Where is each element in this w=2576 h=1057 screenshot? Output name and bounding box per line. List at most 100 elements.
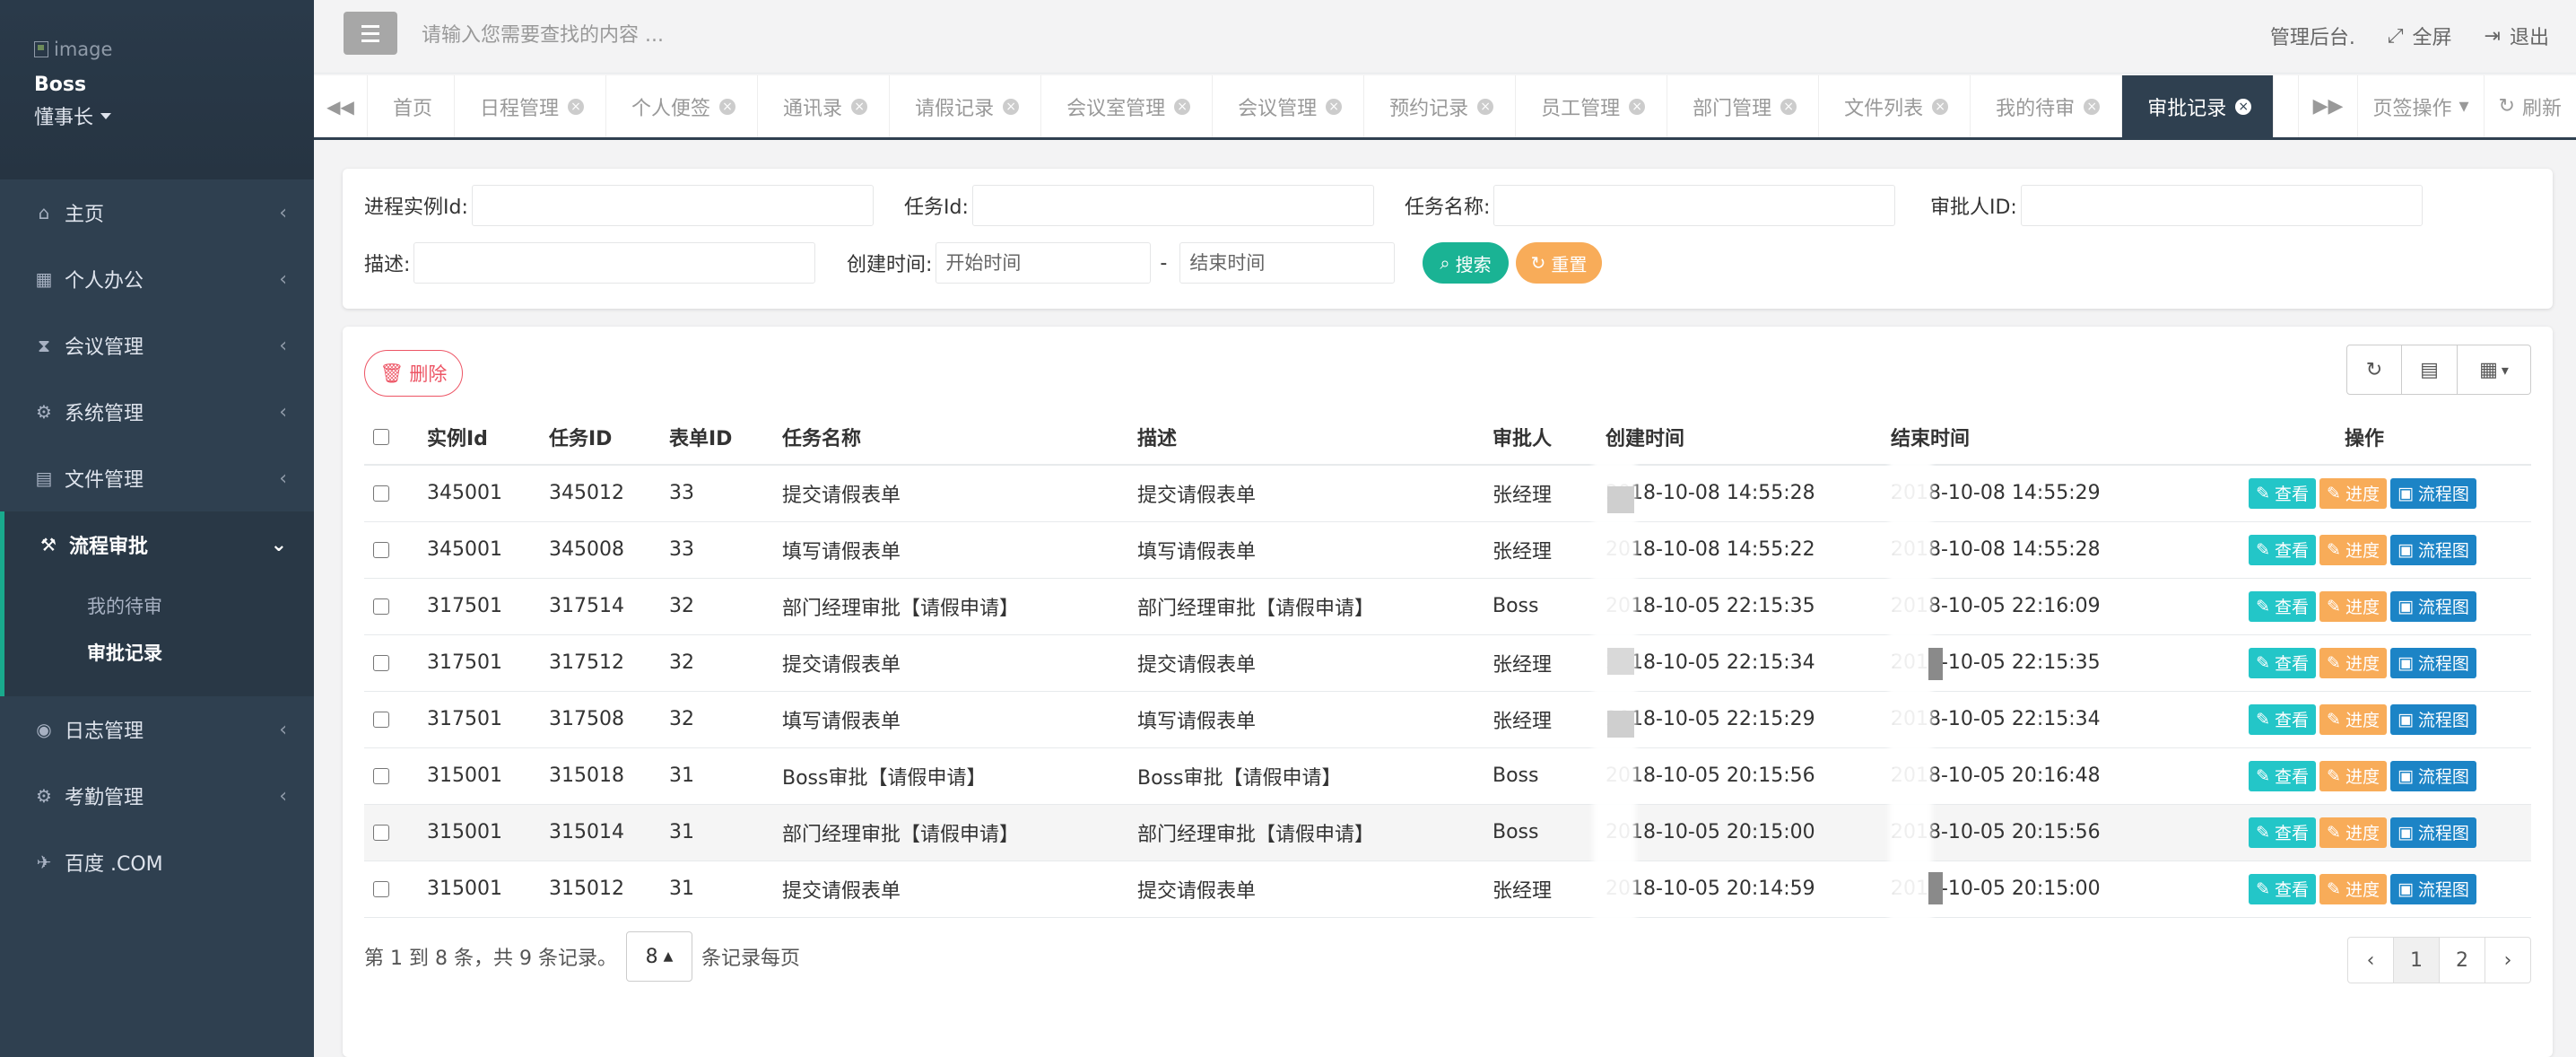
close-icon[interactable]: × xyxy=(1174,98,1191,115)
row-checkbox[interactable] xyxy=(373,485,389,502)
close-icon[interactable]: × xyxy=(1932,98,1949,115)
flowchart-button[interactable]: ▣ 流程图 xyxy=(2389,590,2476,622)
table-row[interactable]: 315001 315018 31 Boss审批【请假申请】 Boss审批【请假申请】 Bo… xyxy=(364,747,2531,805)
flowchart-button[interactable]: ▣ 流程图 xyxy=(2389,873,2476,904)
tab-11[interactable]: 我的待审 × xyxy=(1971,75,2123,137)
row-checkbox[interactable] xyxy=(373,598,389,615)
table-row[interactable]: 317501 317508 32 填写请假表单 填写请假表单 张经理 2018-10-05 … xyxy=(364,691,2531,748)
tab-2[interactable]: 个人便签 × xyxy=(606,75,759,137)
avatar[interactable]: image xyxy=(34,36,314,63)
progress-button[interactable]: ✎ 进度 xyxy=(2319,590,2387,622)
page-ops-dropdown[interactable]: 页签操作 ▾ xyxy=(2357,75,2483,137)
prev-page-button[interactable]: ‹ xyxy=(2347,937,2394,983)
tab-6[interactable]: 会议管理 × xyxy=(1213,75,1365,137)
col-task-name[interactable]: 任务名称 xyxy=(773,409,1128,466)
flowchart-button[interactable]: ▣ 流程图 xyxy=(2389,703,2476,735)
tab-5[interactable]: 会议室管理 × xyxy=(1041,75,1214,137)
flowchart-button[interactable]: ▣ 流程图 xyxy=(2389,477,2476,509)
toggle-view-button[interactable]: ▤ xyxy=(2402,345,2458,395)
refresh-tab-button[interactable]: ↻ 刷新 xyxy=(2483,75,2576,137)
row-checkbox[interactable] xyxy=(373,768,389,784)
view-button[interactable]: ✎ 查看 xyxy=(2249,647,2317,678)
view-button[interactable]: ✎ 查看 xyxy=(2249,760,2317,791)
flowchart-button[interactable]: ▣ 流程图 xyxy=(2389,817,2476,848)
view-button[interactable]: ✎ 查看 xyxy=(2249,703,2317,735)
delete-button[interactable]: 🗑 删除 xyxy=(364,350,463,397)
col-created-time[interactable]: 创建时间 xyxy=(1597,409,1882,466)
view-button[interactable]: ✎ 查看 xyxy=(2249,817,2317,848)
view-button[interactable]: ✎ 查看 xyxy=(2249,590,2317,622)
progress-button[interactable]: ✎ 进度 xyxy=(2319,647,2387,678)
progress-button[interactable]: ✎ 进度 xyxy=(2319,703,2387,735)
table-row[interactable]: 345001 345008 33 填写请假表单 填写请假表单 张经理 2018-10-08 … xyxy=(364,521,2531,579)
view-button[interactable]: ✎ 查看 xyxy=(2249,534,2317,565)
reset-button[interactable]: ↻ 重置 xyxy=(1516,242,1602,284)
submenu-item-1[interactable]: 审批记录 xyxy=(4,630,314,677)
sidebar-item-4[interactable]: ▤ 文件管理 ‹ xyxy=(0,445,314,511)
page-size-dropdown[interactable]: 8 ▲ xyxy=(625,931,692,982)
task-name-input[interactable] xyxy=(1493,185,1896,226)
end-time-input[interactable] xyxy=(1179,242,1396,284)
flowchart-button[interactable]: ▣ 流程图 xyxy=(2389,647,2476,678)
close-icon[interactable]: × xyxy=(568,98,585,115)
select-all-checkbox[interactable] xyxy=(373,429,389,445)
admin-link[interactable]: 管理后台. xyxy=(2270,22,2355,50)
fullscreen-button[interactable]: ⤢ 全屏 xyxy=(2388,22,2452,50)
logout-button[interactable]: ⇥ 退出 xyxy=(2485,22,2549,50)
menu-toggle-button[interactable] xyxy=(344,12,397,55)
row-checkbox[interactable] xyxy=(373,655,389,671)
row-checkbox[interactable] xyxy=(373,542,389,558)
progress-button[interactable]: ✎ 进度 xyxy=(2319,873,2387,904)
sidebar-item-8[interactable]: ✈ 百度 .COM xyxy=(0,829,314,895)
tab-3[interactable]: 通讯录 × xyxy=(758,75,891,137)
tab-12[interactable]: 审批记录 × xyxy=(2122,75,2275,137)
close-icon[interactable]: × xyxy=(2235,98,2252,115)
next-page-button[interactable]: › xyxy=(2485,937,2531,983)
approver-id-input[interactable] xyxy=(2020,185,2423,226)
close-icon[interactable]: × xyxy=(719,98,736,115)
close-icon[interactable]: × xyxy=(1003,98,1020,115)
progress-button[interactable]: ✎ 进度 xyxy=(2319,477,2387,509)
sidebar-item-2[interactable]: ⧗ 会议管理 ‹ xyxy=(0,312,314,379)
tab-1[interactable]: 日程管理 × xyxy=(455,75,607,137)
sidebar-item-0[interactable]: ⌂ 主页 ‹ xyxy=(0,179,314,246)
sidebar-item-3[interactable]: ⚙ 系统管理 ‹ xyxy=(0,379,314,445)
start-time-input[interactable] xyxy=(936,242,1152,284)
sidebar-item-5[interactable]: ⚒ 流程审批 ⌄ xyxy=(0,511,314,578)
tab-scroll-left-button[interactable]: ◀◀ xyxy=(314,75,368,137)
table-row[interactable]: 315001 315012 31 提交请假表单 提交请假表单 张经理 2018-10-05 … xyxy=(364,860,2531,918)
close-icon[interactable]: × xyxy=(851,98,868,115)
col-instance-id[interactable]: 实例Id xyxy=(418,409,540,466)
columns-dropdown-button[interactable]: ▦ ▾ xyxy=(2458,345,2531,395)
row-checkbox[interactable] xyxy=(373,881,389,897)
sidebar-item-7[interactable]: ⚙ 考勤管理 ‹ xyxy=(0,763,314,829)
search-button[interactable]: ⌕ 搜索 xyxy=(1423,242,1509,284)
tab-9[interactable]: 部门管理 × xyxy=(1667,75,1820,137)
col-end-time[interactable]: 结束时间 xyxy=(1882,409,2189,466)
tab-10[interactable]: 文件列表 × xyxy=(1819,75,1971,137)
sidebar-item-1[interactable]: ▦ 个人办公 ‹ xyxy=(0,246,314,312)
close-icon[interactable]: × xyxy=(1629,98,1646,115)
close-icon[interactable]: × xyxy=(1780,98,1797,115)
user-role-dropdown[interactable]: 懂事长 xyxy=(34,101,314,130)
refresh-table-button[interactable]: ↻ xyxy=(2346,345,2402,395)
close-icon[interactable]: × xyxy=(2084,98,2101,115)
tab-4[interactable]: 请假记录 × xyxy=(890,75,1042,137)
global-search-input[interactable] xyxy=(422,16,1049,54)
proc-instance-input[interactable] xyxy=(471,185,874,226)
col-approver[interactable]: 审批人 xyxy=(1484,409,1597,466)
tab-scroll-right-button[interactable]: ▶▶ xyxy=(2297,75,2358,137)
progress-button[interactable]: ✎ 进度 xyxy=(2319,817,2387,848)
task-id-input[interactable] xyxy=(971,185,1374,226)
row-checkbox[interactable] xyxy=(373,825,389,841)
sidebar-item-6[interactable]: ◉ 日志管理 ‹ xyxy=(0,696,314,763)
tab-0[interactable]: 首页 xyxy=(368,75,456,137)
page-1-button[interactable]: 1 xyxy=(2393,937,2440,983)
col-description[interactable]: 描述 xyxy=(1128,409,1484,466)
col-form-id[interactable]: 表单ID xyxy=(660,409,773,466)
submenu-item-0[interactable]: 我的待审 xyxy=(4,583,314,630)
description-input[interactable] xyxy=(413,242,816,284)
close-icon[interactable]: × xyxy=(1326,98,1343,115)
progress-button[interactable]: ✎ 进度 xyxy=(2319,534,2387,565)
progress-button[interactable]: ✎ 进度 xyxy=(2319,760,2387,791)
